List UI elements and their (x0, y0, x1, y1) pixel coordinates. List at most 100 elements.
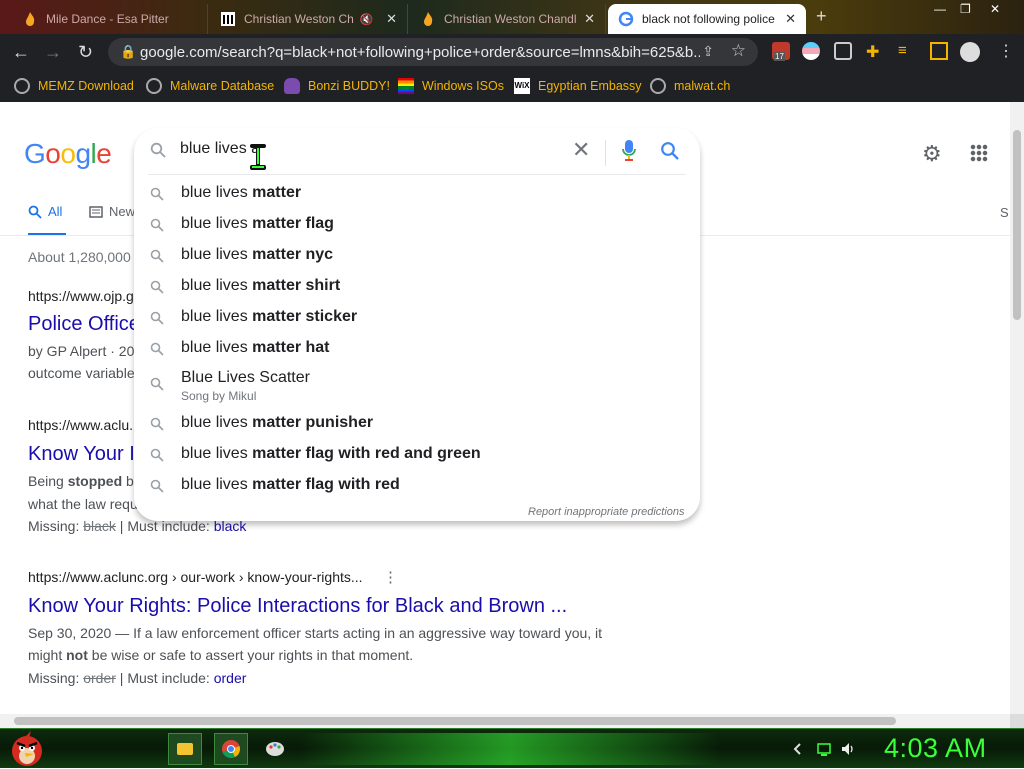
profile-avatar[interactable] (960, 42, 980, 62)
news-icon (89, 205, 103, 218)
bookmark-bonzi-buddy[interactable]: Bonzi BUDDY! (284, 76, 390, 96)
bonzi-icon (284, 78, 300, 94)
bookmark-malware-database[interactable]: Malware Database (146, 76, 274, 96)
result-menu-icon[interactable]: ⋮ (383, 568, 398, 586)
lock-icon[interactable]: 🔒 (120, 44, 136, 60)
missing-word: black (83, 518, 116, 534)
suggestion-text: blue lives matter (181, 184, 302, 201)
suggestion-text: blue lives matter shirt (181, 277, 341, 294)
search-icon (150, 142, 166, 158)
close-icon[interactable]: ✕ (785, 11, 796, 27)
reload-icon[interactable]: ↻ (78, 42, 93, 63)
tray-chevron-icon[interactable] (790, 741, 806, 757)
suggestion-item[interactable]: blue lives matter flag with red (134, 471, 700, 502)
horizontal-scrollbar[interactable] (0, 714, 1010, 728)
suggestion-item[interactable]: blue lives matter flag with red and gree… (134, 440, 700, 471)
scroll-thumb[interactable] (14, 717, 896, 725)
result-url[interactable]: https://www.aclu. (28, 417, 133, 433)
suggestion-text: blue lives matter flag (181, 215, 334, 232)
forward-icon[interactable]: → (44, 42, 62, 63)
search-icon (150, 342, 164, 356)
vertical-scrollbar[interactable] (1010, 102, 1024, 714)
ublock-icon[interactable]: 17 (772, 42, 790, 61)
missing-label: Missing: (28, 670, 84, 686)
tab-title: Mile Dance - Esa Pitter (46, 12, 169, 26)
tab-all[interactable]: All (28, 204, 62, 219)
result-title[interactable]: Know Your I (28, 443, 135, 466)
result-url[interactable]: https://www.ojp.g (28, 288, 134, 304)
suggestion-text: blue lives matter punisher (181, 414, 374, 431)
playlist-icon[interactable]: ≡ (898, 42, 916, 60)
microphone-icon[interactable] (622, 140, 636, 162)
apps-grid-icon[interactable] (970, 144, 988, 162)
side-panel-icon[interactable] (930, 42, 948, 60)
flame-icon (424, 12, 433, 26)
tools-tab-fragment[interactable]: S (1000, 205, 1009, 220)
address-bar[interactable]: 🔒 google.com/search?q=black+not+followin… (108, 38, 758, 66)
result-title[interactable]: Police Office (28, 313, 140, 336)
suggestion-item[interactable]: blue lives matter nyc (134, 241, 700, 272)
suggestion-item[interactable]: blue lives matter hat (134, 334, 700, 365)
suggestion-item[interactable]: blue lives matter (134, 179, 700, 210)
mute-icon[interactable]: 🔇 (360, 13, 374, 26)
google-logo[interactable]: Google (24, 138, 112, 170)
share-icon[interactable]: ⇪ (702, 43, 714, 60)
paint-icon (266, 742, 284, 756)
glasses-extension-icon[interactable] (834, 42, 852, 60)
bookmark-malwatch[interactable]: malwat.ch (650, 76, 730, 96)
tab-news[interactable]: New (89, 204, 135, 219)
menu-kebab-icon[interactable]: ⋮ (998, 41, 1014, 61)
browser-tab-3[interactable]: Christian Weston Chandl ✕ (410, 4, 606, 34)
search-icon (150, 187, 164, 201)
close-window-icon[interactable]: ✕ (990, 2, 1000, 16)
restore-icon[interactable]: ❐ (960, 2, 971, 16)
browser-tab-1[interactable]: Mile Dance - Esa Pitter (12, 4, 208, 34)
settings-gear-icon[interactable]: ⚙ (922, 141, 942, 167)
puzzle-icon[interactable]: ✚ (866, 42, 884, 61)
volume-icon[interactable] (840, 741, 856, 757)
result-url[interactable]: https://www.aclunc.org › our-work › know… (28, 569, 363, 585)
search-submit-icon[interactable] (660, 141, 680, 161)
taskbar-paint[interactable] (258, 733, 292, 765)
close-icon[interactable]: ✕ (386, 11, 397, 27)
minimize-icon[interactable]: — (934, 2, 946, 16)
search-icon (28, 205, 42, 219)
divider (605, 140, 606, 166)
result-snippet: Sep 30, 2020 — If a law enforcement offi… (28, 625, 603, 641)
taskbar-chrome[interactable] (214, 733, 248, 765)
pride-extension-icon[interactable] (802, 42, 820, 60)
must-include-link[interactable]: order (214, 670, 247, 686)
suggestion-text: blue lives matter sticker (181, 308, 358, 325)
search-icon (150, 377, 164, 391)
suggestion-item[interactable]: blue lives matter shirt (134, 272, 700, 303)
suggestion-item[interactable]: blue lives matter punisher (134, 409, 700, 440)
bookmark-label: Bonzi BUDDY! (308, 79, 390, 93)
result-title[interactable]: Know Your Rights: Police Interactions fo… (28, 595, 567, 618)
browser-tab-2[interactable]: Christian Weston Ch 🔇 ✕ (210, 4, 408, 34)
back-icon[interactable]: ← (12, 42, 30, 63)
taskbar-explorer[interactable] (168, 733, 202, 765)
bookmark-star-icon[interactable]: ☆ (731, 41, 746, 61)
taskbar-glow (300, 733, 720, 765)
suggestion-item[interactable]: Blue Lives Scatter Song by Mikul (134, 365, 700, 405)
suggestion-item[interactable]: blue lives matter sticker (134, 303, 700, 334)
bookmark-windows-isos[interactable]: Windows ISOs (398, 76, 504, 96)
address-toolbar: ← → ↻ 🔒 google.com/search?q=black+not+fo… (0, 34, 1024, 70)
bookmarks-bar: MEMZ Download Malware Database Bonzi BUD… (0, 70, 1024, 102)
bookmark-egyptian-embassy[interactable]: WiX Egyptian Embassy (514, 76, 642, 96)
chrome-icon (222, 740, 240, 758)
scroll-thumb[interactable] (1013, 130, 1021, 320)
taskbar-clock[interactable]: 4:03 AM (884, 733, 987, 764)
bookmark-label: Malware Database (170, 79, 275, 93)
clear-icon[interactable]: ✕ (572, 137, 590, 163)
folder-icon (177, 743, 193, 755)
browser-tab-active[interactable]: black not following police ✕ (608, 4, 806, 34)
angry-bird-start-icon[interactable] (6, 729, 48, 769)
new-tab-button[interactable]: + (816, 6, 827, 27)
result-stats: About 1,280,000 (28, 249, 131, 265)
close-icon[interactable]: ✕ (584, 11, 595, 27)
suggestion-item[interactable]: blue lives matter flag (134, 210, 700, 241)
report-predictions-link[interactable]: Report inappropriate predictions (528, 506, 685, 518)
bookmark-memz[interactable]: MEMZ Download (14, 76, 134, 96)
network-icon[interactable] (816, 741, 832, 757)
